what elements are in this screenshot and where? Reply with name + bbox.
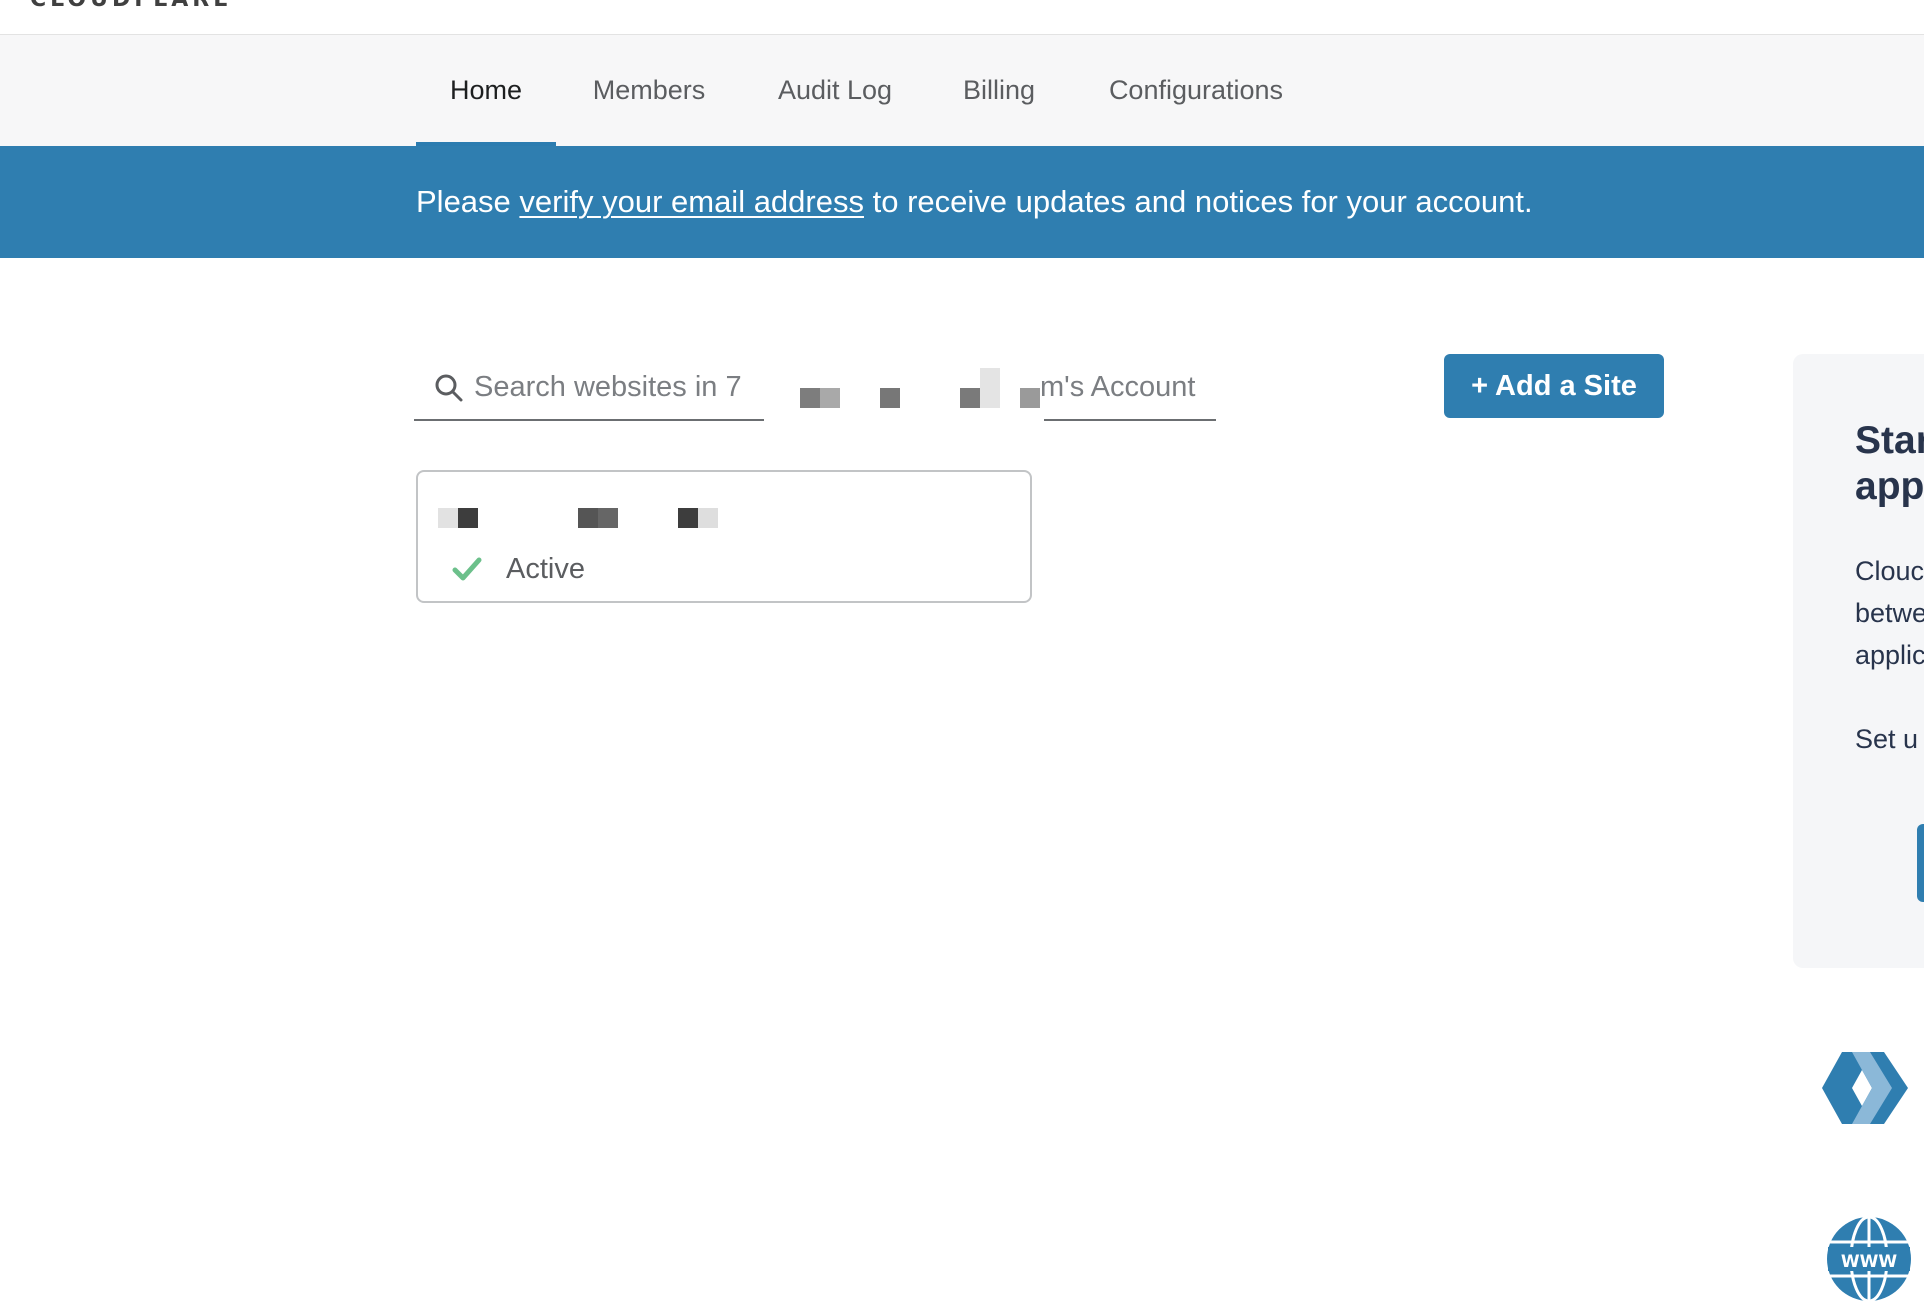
panel-action-button[interactable]: [1917, 824, 1924, 902]
panel-body: Clouc betwe applic: [1855, 556, 1924, 670]
site-status-label: Active: [506, 553, 585, 585]
cloudflare-logo[interactable]: CLOUDFLARE: [30, 0, 232, 12]
redaction-block: [880, 388, 900, 408]
panel-title: Star app: [1855, 419, 1924, 508]
tab-home-label: Home: [449, 75, 523, 105]
verify-email-banner: Please verify your email address to rece…: [0, 146, 1924, 258]
tab-billing[interactable]: Billing: [952, 35, 1046, 146]
redaction-block: [820, 388, 840, 408]
redaction-block: [598, 508, 618, 528]
redaction-block: [800, 388, 820, 408]
redaction-block: [578, 508, 598, 528]
search-placeholder-tail: m's Account: [1040, 371, 1196, 403]
redaction-block: [1020, 388, 1040, 408]
redacted-account-name: [764, 366, 1044, 426]
banner-suffix: to receive updates and notices for your …: [863, 184, 1533, 219]
redaction-block: [458, 508, 478, 528]
site-name-redacted: [438, 508, 718, 532]
redaction-block: [960, 388, 980, 408]
search-icon: [435, 374, 463, 402]
www-globe-icon: WWW: [1827, 1215, 1911, 1303]
add-site-label: + Add a Site: [1471, 370, 1637, 402]
redaction-block: [678, 508, 698, 528]
verify-email-link[interactable]: verify your email address: [519, 184, 864, 219]
tab-configurations-label: Configurations: [1108, 75, 1284, 105]
redaction-block: [980, 368, 1000, 408]
tab-home[interactable]: Home: [416, 35, 556, 146]
check-icon: [452, 557, 482, 581]
getting-started-panel: Star app Clouc betwe applic Set u: [1793, 354, 1924, 968]
top-header: CLOUDFLARE: [0, 0, 1924, 35]
account-tab-nav: Home Members Audit Log Billing Configura…: [0, 35, 1924, 146]
site-card[interactable]: Active: [416, 470, 1032, 603]
banner-message: Please verify your email address to rece…: [416, 146, 1533, 258]
svg-text:WWW: WWW: [1841, 1252, 1898, 1272]
redaction-block: [698, 508, 718, 528]
panel-setup-text: Set u: [1855, 724, 1919, 754]
tab-audit-log[interactable]: Audit Log: [766, 35, 904, 146]
cloudflare-chevron-icon: [1822, 1052, 1908, 1124]
redaction-block: [438, 508, 458, 528]
add-site-button[interactable]: + Add a Site: [1444, 354, 1664, 418]
tab-billing-label: Billing: [962, 75, 1036, 105]
tab-audit-log-label: Audit Log: [777, 75, 893, 105]
tab-members[interactable]: Members: [582, 35, 716, 146]
banner-prefix: Please: [416, 184, 520, 219]
tab-configurations[interactable]: Configurations: [1096, 35, 1296, 146]
tab-members-label: Members: [592, 75, 706, 105]
